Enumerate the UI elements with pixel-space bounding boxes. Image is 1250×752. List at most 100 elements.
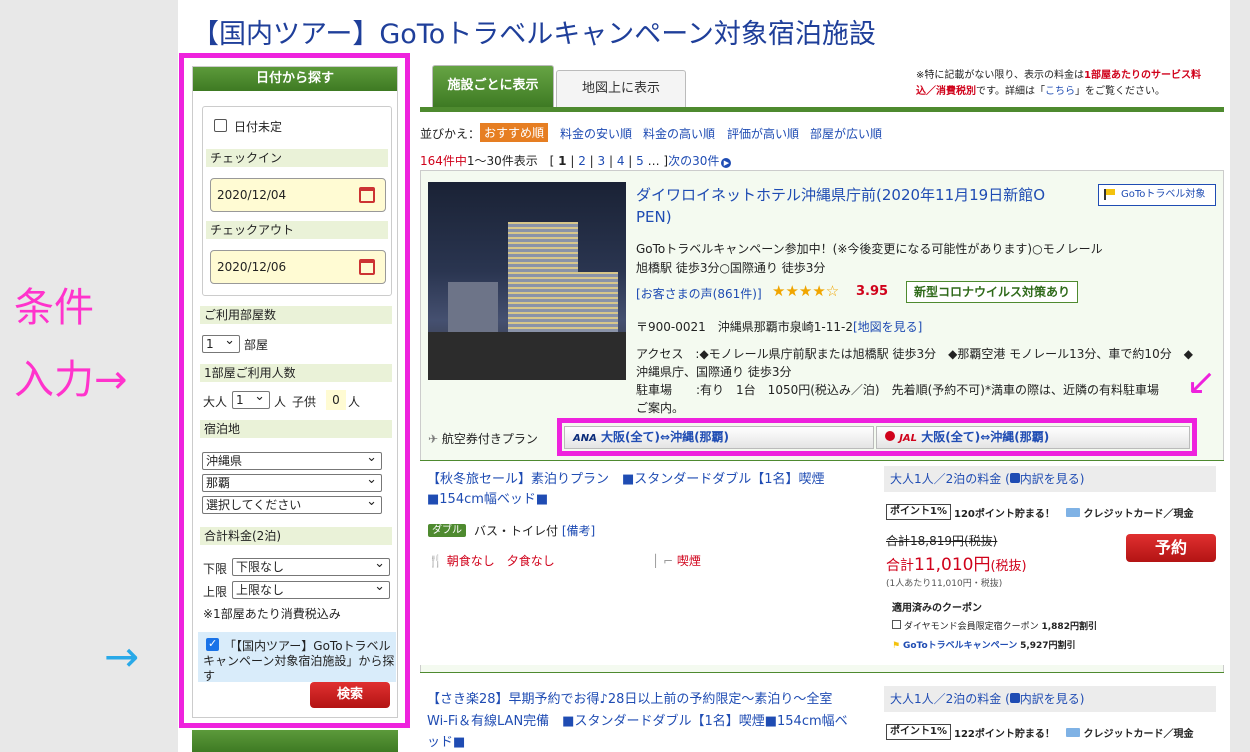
points-badge: ポイント1% (886, 504, 951, 520)
plan-title-line3[interactable]: ッド■ (427, 731, 465, 750)
flag-icon: ⚑ (892, 641, 901, 651)
total-amount: 11,010円 (914, 555, 991, 575)
next-page-link[interactable]: 次の30件 (668, 154, 719, 168)
parking-line2: ご案内。 (636, 401, 685, 415)
notice-line1: ※特に記載がない限り、表示の料金は1部屋あたりのサービス料 (916, 66, 1201, 81)
result-range: 1〜30件表示 (466, 154, 538, 168)
map-link[interactable]: [地図を見る] (853, 320, 922, 334)
credit-card-icon (1066, 728, 1080, 737)
flag-icon (1104, 189, 1116, 200)
smoking-info: │ ⌐ 喫煙 (652, 552, 701, 569)
notice-text: 」をご覧ください。 (1075, 86, 1165, 97)
meal-icon: 🍴 (428, 554, 443, 568)
annotation-label-line1: 条件 (14, 285, 94, 331)
plan-title-line2[interactable]: Wi-Fi＆有線LAN完備 ■スタンダードダブル【1名】喫煙■154cm幅ベ (427, 710, 848, 729)
page-4[interactable]: 4 (617, 154, 625, 168)
covid-measures-badge: 新型コロナウイルス対策あり (906, 281, 1078, 303)
annotation-pink-box-air (557, 418, 1197, 456)
hotel-photo[interactable] (428, 182, 626, 380)
notice-text: ※特に記載がない限り、表示の料金は (916, 70, 1084, 81)
price-header: 大人1人／2泊の料金 (内訳を見る) (884, 466, 1216, 492)
result-count: 164件中 (420, 154, 467, 168)
total-suffix: (税抜) (990, 559, 1027, 574)
price-head-text: 大人1人／2泊の料金 (890, 472, 1002, 486)
plan-title-line1[interactable]: 【秋冬旅セール】素泊りプラン ■スタンダードダブル【1名】喫煙 (427, 468, 825, 487)
credit-card-icon (1066, 508, 1080, 517)
page-title: 【国内ツアー】GoToトラベルキャンペーン対象宿泊施設 (192, 19, 876, 50)
goto-target-badge: GoToトラベル対象 (1098, 184, 1216, 206)
page-5[interactable]: 5 (636, 154, 644, 168)
tab-on-map[interactable]: 地図上に表示 (556, 70, 686, 107)
coupon-amount: 5,927円割引 (1020, 641, 1076, 651)
pagination: 164件中1〜30件表示 [ 1 | 2 | 3 | 4 | 5 … ]次の30… (420, 152, 732, 169)
sort-option-recommended[interactable]: おすすめ順 (480, 123, 549, 142)
parking-line1: 駐車場 :有り 1台 1050円(税込み／泊) 先着順(予約不可)*満車の際は、… (636, 383, 1159, 397)
notice-line2: 込／消費税別です。詳細は「こちら」をご覧ください。 (916, 82, 1165, 97)
points-text: 120ポイント貯まる！ (954, 509, 1055, 520)
hotel-name-line2[interactable]: PEN) (636, 208, 672, 226)
reviews-link[interactable]: [お客さまの声(861件)] (636, 285, 762, 302)
page-2[interactable]: 2 (578, 154, 586, 168)
access-line1: アクセス :◆モノレール県庁前駅または旭橋駅 徒歩3分 ◆那覇空港 モノレール1… (636, 347, 1193, 361)
hotel-catch-line1: GoToトラベルキャンペーン参加中！(※今後変更になる可能性があります)○モノレ… (636, 242, 1103, 256)
price-header: 大人1人／2泊の料金 (内訳を見る) (884, 686, 1216, 712)
annotation-label-line2: 入力→ (14, 357, 128, 403)
airplane-icon: ✈ (428, 432, 439, 446)
points-text: 122ポイント貯まる！ (954, 729, 1055, 740)
plan-title-line2[interactable]: ■154cm幅ベッド■ (427, 488, 548, 507)
page-3[interactable]: 3 (598, 154, 606, 168)
coupon-header: 適用済みのクーポン (892, 603, 982, 614)
info-icon[interactable] (1009, 473, 1020, 483)
price-head-text: 大人1人／2泊の料金 (890, 692, 1002, 706)
price-panel: 大人1人／2泊の料金 (内訳を見る) (884, 466, 1216, 492)
total-prefix: 合計 (886, 558, 914, 574)
goto-target-badge-label: GoToトラベル対象 (1121, 189, 1206, 200)
sort-option-price-high[interactable]: 料金の高い順 (643, 125, 715, 142)
address-text: 〒900-0021 沖縄県那覇市泉崎1-11-2 (636, 320, 853, 334)
breakdown-link[interactable]: 内訳を見る (1020, 472, 1080, 486)
sort-label: 並びかえ： (420, 127, 481, 141)
hotel-address: 〒900-0021 沖縄県那覇市泉崎1-11-2[地図を見る] (636, 318, 922, 335)
coupon-amount: 1,882円割引 (1041, 622, 1097, 632)
hotel-catch-line2: 旭橋駅 徒歩3分○国際通り 徒歩3分 (636, 261, 826, 275)
page-bracket: [ (549, 154, 555, 168)
page-1: 1 (558, 154, 567, 168)
meal-text: 朝食なし 夕食なし (446, 554, 555, 568)
coupon-name: GoToトラベルキャンペーン (902, 641, 1018, 651)
smoking-text: 喫煙 (676, 554, 701, 568)
notice-highlight: 1部屋あたりのサービス料 (1083, 70, 1201, 81)
plan-title-line1[interactable]: 【さき楽28】早期予約でお得♪28日以上前の予約限定～素泊り～全室 (427, 688, 832, 707)
air-plan-label-text: 航空券付きプラン (441, 432, 538, 446)
next-sidebar-header (192, 730, 398, 752)
smoking-icon: │ ⌐ (652, 554, 674, 568)
coupon-icon (892, 620, 901, 629)
building-shape (428, 332, 626, 380)
rating-stars: ★★★★☆ (772, 282, 840, 300)
notice-link[interactable]: こちら (1045, 86, 1075, 97)
breakdown-link[interactable]: 内訳を見る (1020, 692, 1080, 706)
sort-option-rating[interactable]: 評価が高い順 (727, 125, 799, 142)
info-icon[interactable] (1009, 693, 1020, 703)
note-link[interactable]: [備考] (562, 524, 595, 538)
next-arrow-icon[interactable]: ▶ (721, 158, 732, 168)
bath-info: バス・トイレ付 [備考] (474, 522, 595, 539)
annotation-blue-arrow: → (104, 632, 140, 681)
payment-text: クレジットカード／現金 (1083, 729, 1194, 740)
access-line2: 沖縄県庁、国際通り 徒歩3分 (636, 365, 792, 379)
per-person-price: (1人あたり11,010円・税抜) (886, 579, 1003, 589)
notice-text: です。詳細は「 (976, 86, 1045, 97)
sort-option-room-size[interactable]: 部屋が広い順 (810, 125, 882, 142)
tab-by-facility[interactable]: 施設ごとに表示 (432, 65, 554, 107)
hotel-name-line1[interactable]: ダイワロイネットホテル沖縄県庁前(2020年11月19日新館O (636, 184, 1045, 205)
sort-option-price-low[interactable]: 料金の安い順 (560, 125, 632, 142)
page-ellipsis: … (647, 154, 660, 168)
payment-info: クレジットカード／現金 (1066, 725, 1193, 740)
tab-underline (420, 107, 1224, 112)
reserve-button[interactable]: 予約 (1126, 534, 1216, 562)
coupon-diamond: ダイヤモンド会員限定宿クーポン 1,882円割引 (892, 619, 1097, 632)
price-panel: 大人1人／2泊の料金 (内訳を見る) (884, 686, 1216, 712)
coupon-name: ダイヤモンド会員限定宿クーポン (903, 622, 1039, 632)
air-plan-label: ✈ 航空券付きプラン (428, 430, 538, 447)
old-total-price: 合計18,819円(税抜) (886, 534, 998, 548)
notice-highlight: 込／消費税別 (916, 86, 976, 97)
